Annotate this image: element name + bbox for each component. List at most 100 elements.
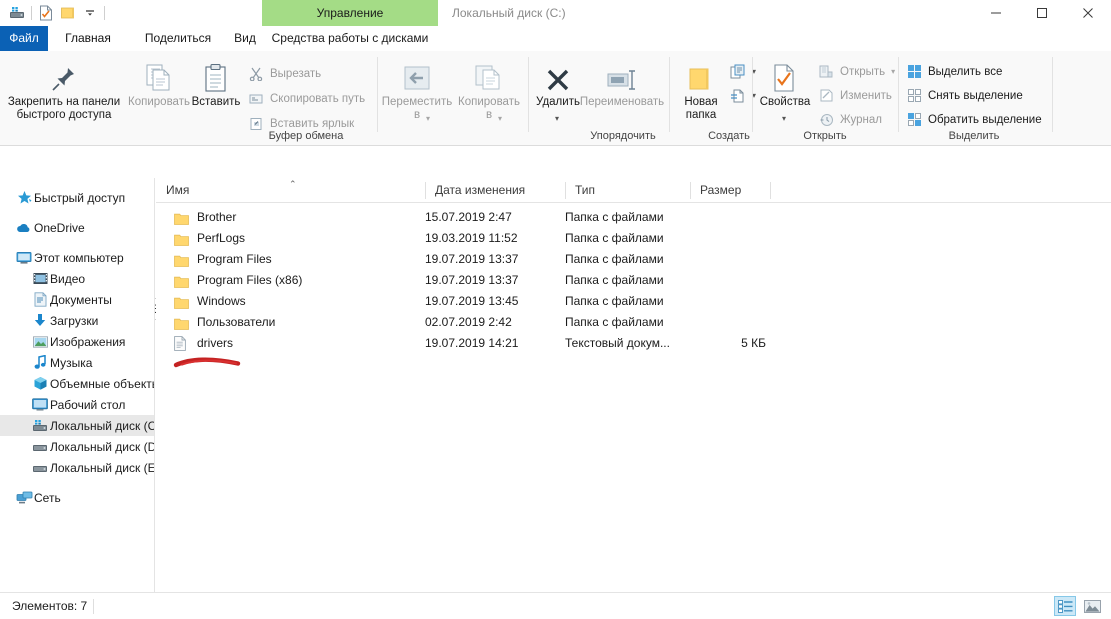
file-date-cell: 19.07.2019 13:37	[425, 252, 519, 266]
paste-button[interactable]: Вставить	[185, 59, 247, 109]
sidebar-item-3d-objects[interactable]: Объемные объекты	[0, 373, 154, 394]
open-caret-icon[interactable]: ▾	[891, 67, 895, 76]
sidebar-item-local-disk-c[interactable]: Локальный диск (C:)	[0, 415, 154, 436]
open-label: Открыть	[840, 65, 886, 78]
file-date-cell: 19.07.2019 14:21	[425, 336, 519, 350]
new-folder-icon[interactable]	[57, 3, 79, 23]
cut-button[interactable]: Вырезать	[248, 63, 321, 84]
file-type-cell: Папка с файлами	[565, 294, 664, 308]
ribbon-divider-4	[752, 57, 753, 132]
properties-caret-icon[interactable]: ▾	[782, 114, 786, 123]
rename-label: Переименовать	[579, 96, 665, 108]
file-name-cell[interactable]: Windows	[156, 291, 246, 312]
column-separator-4[interactable]	[770, 182, 771, 199]
select-all-icon	[906, 64, 922, 80]
history-button[interactable]: Журнал	[818, 109, 882, 130]
open-button[interactable]: Открыть ▾	[818, 61, 895, 82]
select-none-label: Снять выделение	[928, 89, 1023, 102]
invert-selection-button[interactable]: Обратить выделение	[906, 109, 1042, 130]
copy-path-button[interactable]: Скопировать путь	[248, 88, 365, 109]
delete-caret-icon[interactable]: ▾	[555, 114, 559, 123]
tab-drive-tools[interactable]: Средства работы с дисками	[262, 26, 438, 51]
file-name-text: Windows	[197, 294, 246, 308]
table-row[interactable]: Brother 15.07.2019 2:47 Папка с файлами	[156, 207, 1111, 228]
select-all-button[interactable]: Выделить все	[906, 61, 1002, 82]
new-folder-button[interactable]: Новая папка	[672, 59, 730, 122]
file-name-text: drivers	[197, 336, 234, 350]
file-name-cell[interactable]: drivers	[156, 333, 233, 354]
copy-button[interactable]: Копировать	[128, 59, 190, 109]
table-row[interactable]: drivers 19.07.2019 14:21 Текстовый докум…	[156, 333, 1111, 354]
table-row[interactable]: Program Files 19.07.2019 13:37 Папка с ф…	[156, 249, 1111, 270]
sidebar-item-music[interactable]: Музыка	[0, 352, 154, 373]
local-disk-icon[interactable]	[6, 3, 28, 23]
navigation-pane[interactable]: Быстрый доступ OneDrive Этот компьютер В…	[0, 178, 155, 592]
file-size-cell	[690, 207, 766, 228]
move-to-caret-icon[interactable]: ▾	[426, 114, 430, 123]
sidebar-item-onedrive[interactable]: OneDrive	[0, 217, 154, 238]
sidebar-label-onedrive: OneDrive	[34, 220, 85, 235]
pin-to-quick-access-button[interactable]: Закрепить на панели быстрого доступа	[0, 59, 128, 122]
details-view-button[interactable]	[1054, 596, 1076, 616]
file-list-view[interactable]: Имя ⌃ Дата изменения Тип Размер Brother	[156, 178, 1111, 592]
column-header-date[interactable]: Дата изменения	[425, 178, 565, 203]
sidebar-item-pictures[interactable]: Изображения	[0, 331, 154, 352]
file-name-cell[interactable]: Program Files	[156, 249, 272, 270]
file-name-cell[interactable]: Brother	[156, 207, 236, 228]
tab-share[interactable]: Поделиться	[128, 26, 228, 51]
file-name-cell[interactable]: Program Files (x86)	[156, 270, 302, 291]
folder-icon	[174, 253, 189, 267]
qat-separator-1	[31, 6, 32, 20]
maximize-button[interactable]	[1019, 0, 1065, 26]
file-explorer-window: Управление Локальный диск (C:) Файл Глав…	[0, 0, 1111, 619]
sidebar-label-local-disk-d: Локальный диск (D:)	[50, 439, 155, 454]
delete-label: Удалить	[536, 96, 580, 108]
move-to-button[interactable]: Переместить в	[380, 59, 454, 122]
file-type-cell: Текстовый докум...	[565, 336, 670, 350]
column-header-type[interactable]: Тип	[565, 178, 690, 203]
file-type-cell: Папка с файлами	[565, 315, 664, 329]
sidebar-item-downloads[interactable]: Загрузки	[0, 310, 154, 331]
edit-button[interactable]: Изменить	[818, 85, 892, 106]
easy-access-icon	[730, 88, 746, 104]
select-none-button[interactable]: Снять выделение	[906, 85, 1023, 106]
file-size-cell: 5 КБ	[741, 336, 766, 350]
status-separator	[93, 599, 94, 614]
tab-view[interactable]: Вид	[228, 26, 262, 51]
minimize-button[interactable]	[973, 0, 1019, 26]
sidebar-item-video[interactable]: Видео	[0, 268, 154, 289]
sidebar-item-local-disk-d[interactable]: Локальный диск (D:)	[0, 436, 154, 457]
close-button[interactable]	[1065, 0, 1111, 26]
properties-icon[interactable]	[35, 3, 57, 23]
sidebar-item-desktop[interactable]: Рабочий стол	[0, 394, 154, 415]
rename-icon	[605, 59, 639, 93]
tab-file[interactable]: Файл	[0, 26, 48, 51]
copy-to-caret-icon[interactable]: ▾	[498, 114, 502, 123]
table-row[interactable]: PerfLogs 19.03.2019 11:52 Папка с файлам…	[156, 228, 1111, 249]
copy-to-button[interactable]: Копировать в	[454, 59, 524, 122]
ribbon-divider-6	[1052, 57, 1053, 132]
column-header-size[interactable]: Размер	[690, 178, 770, 203]
sidebar-item-local-disk-e[interactable]: Локальный диск (E:)	[0, 457, 154, 478]
properties-button[interactable]: Свойства	[755, 59, 815, 109]
table-row[interactable]: Пользователи 02.07.2019 2:42 Папка с фай…	[156, 312, 1111, 333]
file-name-cell[interactable]: Пользователи	[156, 312, 275, 333]
tab-home[interactable]: Главная	[48, 26, 128, 51]
sidebar-item-quick-access[interactable]: Быстрый доступ	[0, 187, 154, 208]
sidebar-item-documents[interactable]: Документы	[0, 289, 154, 310]
new-folder-large-icon	[687, 59, 715, 93]
ribbon-divider-1	[377, 57, 378, 132]
sidebar-item-this-pc[interactable]: Этот компьютер	[0, 247, 154, 268]
table-row[interactable]: Program Files (x86) 19.07.2019 13:37 Пап…	[156, 270, 1111, 291]
sidebar-label-3d-objects: Объемные объекты	[50, 376, 155, 391]
history-clock-icon	[818, 112, 834, 128]
table-row[interactable]: Windows 19.07.2019 13:45 Папка с файлами	[156, 291, 1111, 312]
file-date-cell: 19.07.2019 13:37	[425, 273, 519, 287]
chevron-down-icon[interactable]	[79, 3, 101, 23]
file-name-text: Program Files (x86)	[197, 273, 303, 287]
move-to-label: Переместить в	[381, 96, 453, 121]
sidebar-item-network[interactable]: Сеть	[0, 487, 154, 508]
file-name-cell[interactable]: PerfLogs	[156, 228, 245, 249]
large-icons-view-button[interactable]	[1081, 596, 1103, 616]
rename-button[interactable]: Переименовать	[578, 59, 666, 109]
